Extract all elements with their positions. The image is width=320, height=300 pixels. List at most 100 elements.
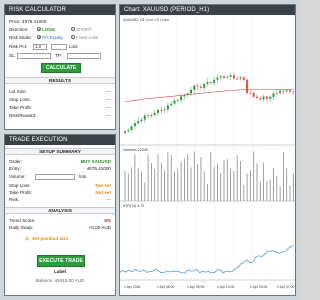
chart-title: Chart: XAUUSD (PERIOD_H1) — [120, 5, 295, 15]
results-row: Stop Loss: --- — [9, 97, 111, 102]
candle — [256, 96, 258, 99]
x-tick-label: 1 Apr 2026 — [124, 285, 141, 289]
daily-swap-label: Daily Swap: — [9, 225, 34, 230]
candle — [140, 119, 143, 122]
candle — [216, 77, 219, 80]
candle — [133, 123, 136, 127]
candle — [143, 115, 146, 120]
candle — [203, 83, 206, 88]
app-root: RISK CALCULATOR Price: 4676.41000 Direct… — [0, 0, 300, 300]
sl-input[interactable] — [17, 53, 51, 59]
execute-trade-button[interactable]: EXECUTE TRADE — [37, 255, 85, 267]
candle — [223, 76, 225, 78]
candle — [150, 115, 153, 117]
setup-summary-header: SETUP SUMMARY — [5, 148, 115, 155]
candle — [173, 100, 176, 104]
price-chart[interactable]: 1 Apr 2026 1 Apr 05:00 1 Apr 09:00 1 Apr 13… — [120, 15, 295, 295]
risk-mode-fixed-radio[interactable]: Fixed Loss — [71, 35, 98, 41]
candle — [199, 86, 202, 88]
balance-text: Balance: 49415.00 AUD — [35, 278, 85, 283]
risk-mode-pct-radio[interactable]: Pct Equity — [37, 35, 63, 41]
take-profit-label: Take Profit: — [9, 190, 32, 195]
stop-loss-label: Stop Loss: — [9, 183, 31, 188]
candle — [272, 93, 275, 97]
candle — [259, 98, 262, 100]
radio-empty-icon — [71, 35, 75, 40]
candle — [226, 76, 229, 78]
candle — [229, 75, 232, 77]
candle — [163, 109, 166, 111]
lots-input[interactable] — [51, 44, 67, 50]
order-value: BUY XAUUSD — [80, 159, 111, 164]
candle — [292, 91, 295, 93]
bottom-label: Label — [54, 269, 66, 274]
candle — [262, 96, 265, 100]
risk-value: --- — [106, 197, 111, 202]
risk-pct-input[interactable]: 1.0 — [33, 44, 47, 50]
candle — [190, 89, 192, 94]
candle — [153, 112, 156, 116]
candle — [289, 90, 291, 92]
tp-input[interactable] — [67, 53, 101, 59]
lots-label: Lots — [69, 44, 78, 49]
radio-empty-icon — [71, 27, 75, 32]
candle — [246, 79, 249, 93]
price-label: Price: 4676.41000 — [9, 19, 47, 24]
volume-label: Volume: — [9, 174, 26, 179]
candle — [279, 90, 282, 93]
trend-score-label: Trend Score: — [9, 218, 36, 223]
trend-score-value: 8% — [104, 218, 111, 223]
candle — [236, 78, 239, 80]
candle — [269, 96, 272, 99]
radio-selected-icon — [37, 27, 41, 32]
warning-icon: ⚠ — [25, 236, 30, 241]
candle — [239, 77, 242, 79]
risk-calculator-title: RISK CALCULATOR — [5, 5, 115, 15]
risk-pct-label: Risk Pct: — [9, 44, 28, 49]
candle — [275, 92, 278, 94]
analysis-header: ANALYSIS — [5, 207, 115, 214]
candle — [265, 96, 268, 99]
results-header: RESULTS — [5, 77, 115, 84]
results-row: Take Profit: --- — [9, 105, 111, 110]
volume-unit: lots — [79, 174, 87, 179]
trade-execution-panel: TRADE EXECUTION SETUP SUMMARY Order: BUY… — [4, 134, 116, 296]
risk-mode-label: Risk Mode: — [9, 35, 32, 40]
x-tick-label: 2 Apr 03:00 — [250, 285, 267, 289]
candle — [252, 92, 255, 97]
direction-short-radio[interactable]: SHORT — [71, 27, 92, 33]
candle — [242, 77, 245, 80]
entry-value: 4676.41000 — [86, 166, 111, 171]
warning-text: Set position size — [32, 236, 69, 241]
daily-swap-value: +0.00 AUD — [88, 225, 111, 230]
candle — [180, 96, 183, 100]
candle — [127, 130, 130, 132]
candle — [196, 85, 199, 87]
x-tick-label: 2 Apr 07:00 — [277, 285, 294, 289]
sl-label: SL: — [9, 53, 16, 58]
candle — [285, 90, 288, 92]
risk-calculator-panel: RISK CALCULATOR Price: 4676.41000 Direct… — [4, 4, 116, 130]
direction-long-radio[interactable]: LONG — [37, 27, 55, 33]
x-tick-label: 1 Apr 05:00 — [157, 285, 174, 289]
stop-loss-value: Not set — [95, 183, 111, 188]
radio-selected-icon — [37, 35, 41, 40]
candle — [206, 81, 209, 84]
symbol-label: XAUUSD, H1 Gold US Dollar — [123, 18, 170, 22]
candle — [232, 75, 235, 79]
take-profit-value: Not set — [95, 190, 111, 195]
candle — [219, 76, 222, 78]
calculate-button[interactable]: CALCULATE — [41, 63, 81, 73]
results-row: Risk/Reward: --- — [9, 113, 111, 118]
warning-row: ⚠ Set position size — [25, 236, 111, 242]
candle — [124, 131, 126, 133]
candle — [170, 103, 173, 106]
tp-label: TP: — [55, 53, 63, 58]
entry-label: Entry: — [9, 166, 21, 171]
volume-input[interactable] — [35, 174, 75, 180]
x-tick-label: 1 Apr 13:00 — [217, 285, 234, 289]
candle — [249, 92, 252, 94]
candle — [213, 79, 216, 84]
chart-panel: Chart: XAUUSD (PERIOD_H1) 1 Apr 2026 1 Ap… — [119, 4, 296, 296]
candle — [166, 105, 169, 110]
